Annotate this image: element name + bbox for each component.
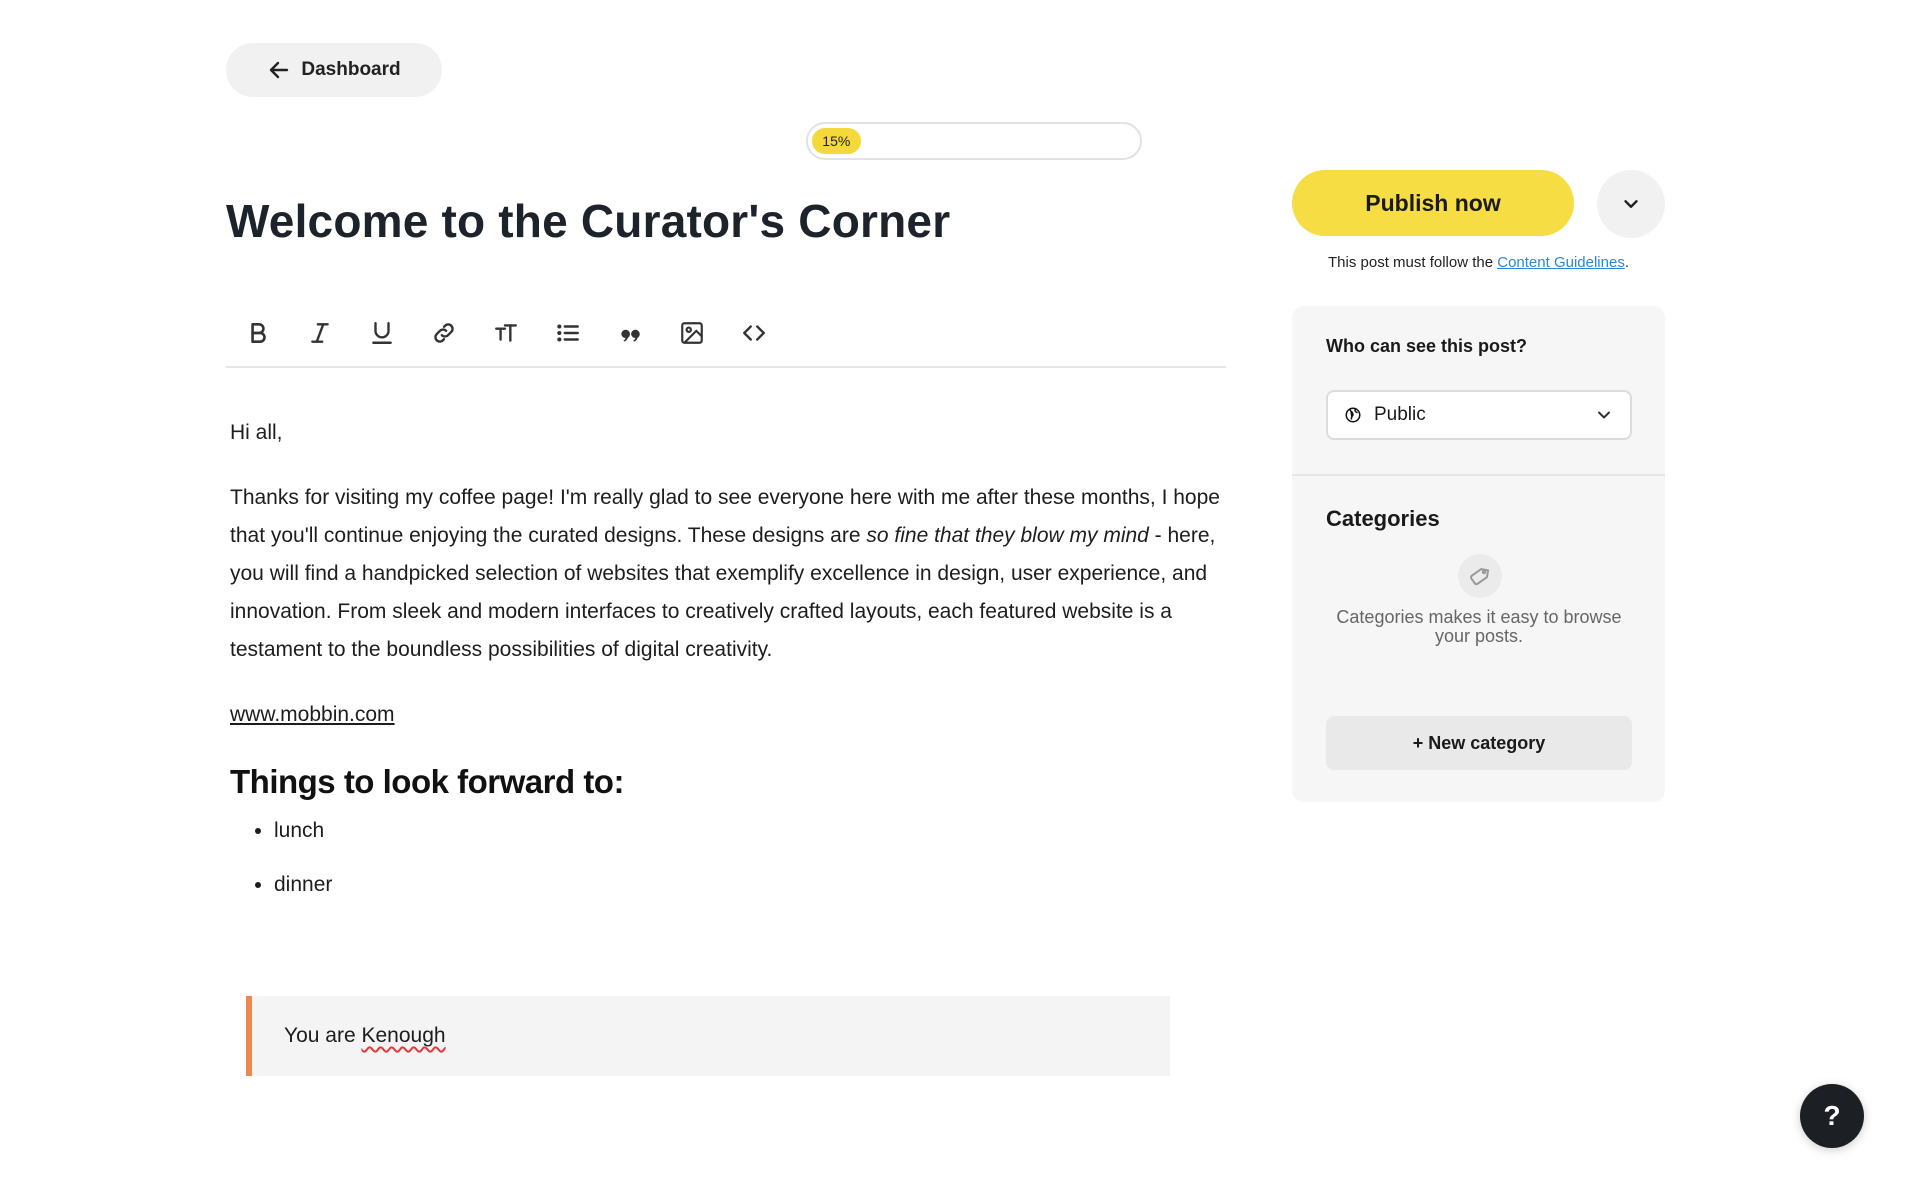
chevron-down-icon <box>1598 411 1610 419</box>
globe-icon <box>1345 407 1361 423</box>
italic-button[interactable] <box>302 315 338 351</box>
underline-button[interactable] <box>364 315 400 351</box>
blockquote[interactable]: You are Kenough <box>246 996 1170 1076</box>
link-icon <box>434 323 454 343</box>
quote-text: You are <box>284 1024 362 1047</box>
misspelled-word: Kenough <box>361 1024 446 1047</box>
bold-icon <box>251 323 266 343</box>
quote-icon <box>621 329 640 342</box>
underline-icon <box>372 322 392 344</box>
greeting-text: Hi all, <box>230 421 283 444</box>
progress-label: 15% <box>822 133 851 149</box>
back-label: Dashboard <box>301 59 401 80</box>
visibility-value: Public <box>1374 404 1426 425</box>
content-guidelines-link[interactable]: Content Guidelines <box>1497 254 1625 271</box>
tag-icon <box>1470 568 1490 586</box>
website-link[interactable]: www.mobbin.com <box>230 696 1220 734</box>
visibility-select[interactable]: Public <box>1326 390 1632 440</box>
link-button[interactable] <box>426 315 462 351</box>
section-heading: Things to look forward to: <box>230 763 624 800</box>
bullet-list-icon <box>557 324 579 342</box>
bullet-list: lunch dinner <box>230 812 1220 904</box>
guidelines-suffix: . <box>1624 254 1629 271</box>
categories-title: Categories <box>1326 506 1440 531</box>
code-button[interactable] <box>736 315 772 351</box>
bullet-list-button[interactable] <box>550 315 586 351</box>
categories-description: Categories makes it easy to browse your … <box>1336 607 1622 646</box>
chevron-down-icon <box>1624 200 1638 208</box>
help-button[interactable]: ? <box>1800 1084 1864 1148</box>
quote-button[interactable] <box>612 315 648 351</box>
post-settings-panel: Who can see this post? Public Categories… <box>1292 306 1665 802</box>
visibility-title: Who can see this post? <box>1326 336 1528 356</box>
image-icon <box>681 322 703 344</box>
list-item: dinner <box>274 866 1220 904</box>
code-icon <box>743 325 765 341</box>
publish-options-button[interactable] <box>1597 170 1665 238</box>
post-title[interactable]: Welcome to the Curator's Corner <box>226 194 950 248</box>
text-size-button[interactable] <box>488 315 524 351</box>
body-paragraph: Thanks for visiting my coffee page! I'm … <box>230 479 1220 669</box>
italic-icon <box>311 323 329 343</box>
paragraph-italic-text: so fine that they blow my mind <box>866 524 1149 547</box>
publish-now-button[interactable]: Publish now <box>1292 170 1574 236</box>
image-button[interactable] <box>674 315 710 351</box>
editor-toolbar <box>226 300 1226 368</box>
list-item: lunch <box>274 812 1220 850</box>
guidelines-note: This post must follow the Content Guidel… <box>1292 254 1665 271</box>
bold-button[interactable] <box>240 315 276 351</box>
new-category-button[interactable]: + New category <box>1326 716 1632 770</box>
guidelines-prefix: This post must follow the <box>1328 254 1498 271</box>
progress-fill: 15% <box>812 128 861 154</box>
tag-icon-circle <box>1458 554 1502 598</box>
editor-content[interactable]: Hi all, Thanks for visiting my coffee pa… <box>230 414 1220 920</box>
arrow-left-icon <box>270 61 289 79</box>
text-size-icon <box>495 324 517 342</box>
back-to-dashboard-button[interactable]: Dashboard <box>226 43 442 97</box>
visibility-section: Who can see this post? Public <box>1292 306 1665 476</box>
progress-bar: 15% <box>806 122 1142 160</box>
